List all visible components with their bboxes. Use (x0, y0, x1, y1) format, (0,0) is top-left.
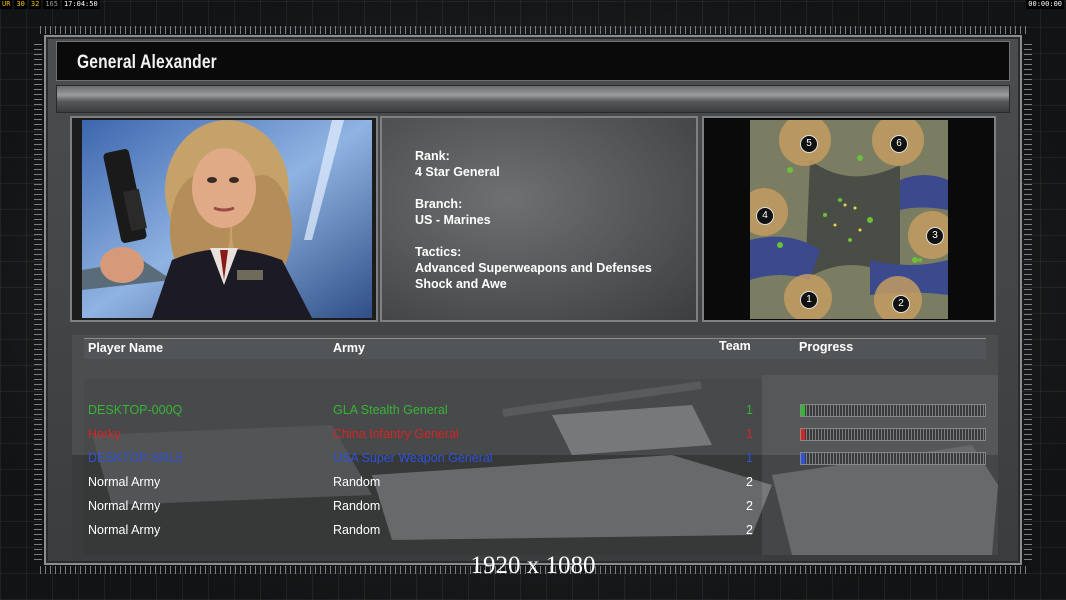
general-portrait (82, 120, 372, 318)
table-row: Normal Army Random 2 (72, 471, 998, 495)
branch-value: US - Marines (415, 213, 491, 227)
map-start-5: 5 (800, 135, 818, 153)
army-cell: Random (333, 475, 381, 489)
table-row: DESKTOP-000Q GLA Stealth General 1 (72, 399, 998, 423)
team-cell: 1 (746, 403, 753, 417)
hud-timer: 00:00:00 (1026, 0, 1064, 9)
player-table: Player Name Army Team Progress DESKTOP-0… (72, 335, 998, 555)
team-cell: 1 (746, 451, 753, 465)
player-name-cell: Herky (88, 427, 121, 441)
hud-stat-3: 165 (43, 0, 60, 9)
player-name-cell: Normal Army (88, 523, 161, 537)
map-start-4: 4 (756, 207, 774, 225)
metal-band (56, 85, 1010, 113)
army-cell: USA Super Weapon General (333, 451, 493, 465)
table-row: Normal Army Random 2 (72, 519, 998, 543)
table-row: Normal Army Random 2 (72, 495, 998, 519)
resolution-label: 1920 x 1080 (470, 552, 596, 579)
player-name-cell: Normal Army (88, 499, 161, 513)
table-row: Herky China Infantry General 1 (72, 423, 998, 447)
hud-stat-ur: UR (0, 0, 13, 9)
rank-label: Rank: (415, 149, 450, 163)
progress-bar (800, 404, 986, 417)
progress-fill (801, 453, 805, 464)
header-progress: Progress (799, 340, 854, 354)
general-info-panel: Rank: 4 Star General Branch: US - Marine… (380, 116, 698, 322)
general-info: Rank: 4 Star General Branch: US - Marine… (415, 148, 652, 292)
title-bar: General Alexander (56, 41, 1010, 81)
hud-clock: 17:04:50 (61, 0, 100, 9)
map-start-1: 1 (800, 291, 818, 309)
portrait-illustration (82, 120, 372, 318)
team-cell: 1 (746, 427, 753, 441)
army-cell: GLA Stealth General (333, 403, 448, 417)
team-cell: 2 (746, 475, 753, 489)
map-start-3: 3 (926, 227, 944, 245)
progress-fill (801, 405, 805, 416)
hud-stats: UR 30 32 165 17:04:50 (0, 0, 100, 9)
loading-screen-frame: General Alexander Rank: 4 Star General B… (44, 35, 1022, 565)
header-team: Team (719, 339, 751, 353)
map-start-6: 6 (890, 135, 908, 153)
header-army: Army (333, 341, 365, 355)
tactics-value-2: Shock and Awe (415, 277, 507, 291)
branch-label: Branch: (415, 197, 463, 211)
header-player-name: Player Name (88, 341, 164, 355)
progress-bar (800, 452, 986, 465)
progress-bar (800, 428, 986, 441)
portrait-frame (70, 116, 378, 322)
team-cell: 2 (746, 499, 753, 513)
left-ruler (34, 40, 42, 560)
hud-stat-1: 30 (14, 0, 27, 9)
tactics-label: Tactics: (415, 245, 462, 259)
map-start-2: 2 (892, 295, 910, 313)
map-preview: 5 6 4 3 1 2 (750, 120, 948, 319)
top-ruler (40, 26, 1026, 34)
player-name-cell: DESKTOP-SRL5 (88, 451, 183, 465)
minimap (750, 120, 948, 319)
map-preview-frame: 5 6 4 3 1 2 (702, 116, 996, 322)
player-name-cell: DESKTOP-000Q (88, 403, 183, 417)
right-ruler (1024, 40, 1032, 560)
tactics-value-1: Advanced Superweapons and Defenses (415, 261, 652, 275)
army-cell: Random (333, 499, 381, 513)
player-name-cell: Normal Army (88, 475, 161, 489)
hud-stat-2: 32 (28, 0, 42, 9)
army-cell: China Infantry General (333, 427, 459, 441)
rank-value: 4 Star General (415, 165, 500, 179)
army-cell: Random (333, 523, 381, 537)
team-cell: 2 (746, 523, 753, 537)
general-name: General Alexander (77, 52, 217, 73)
progress-fill (801, 429, 805, 440)
table-row: DESKTOP-SRL5 USA Super Weapon General 1 (72, 447, 998, 471)
